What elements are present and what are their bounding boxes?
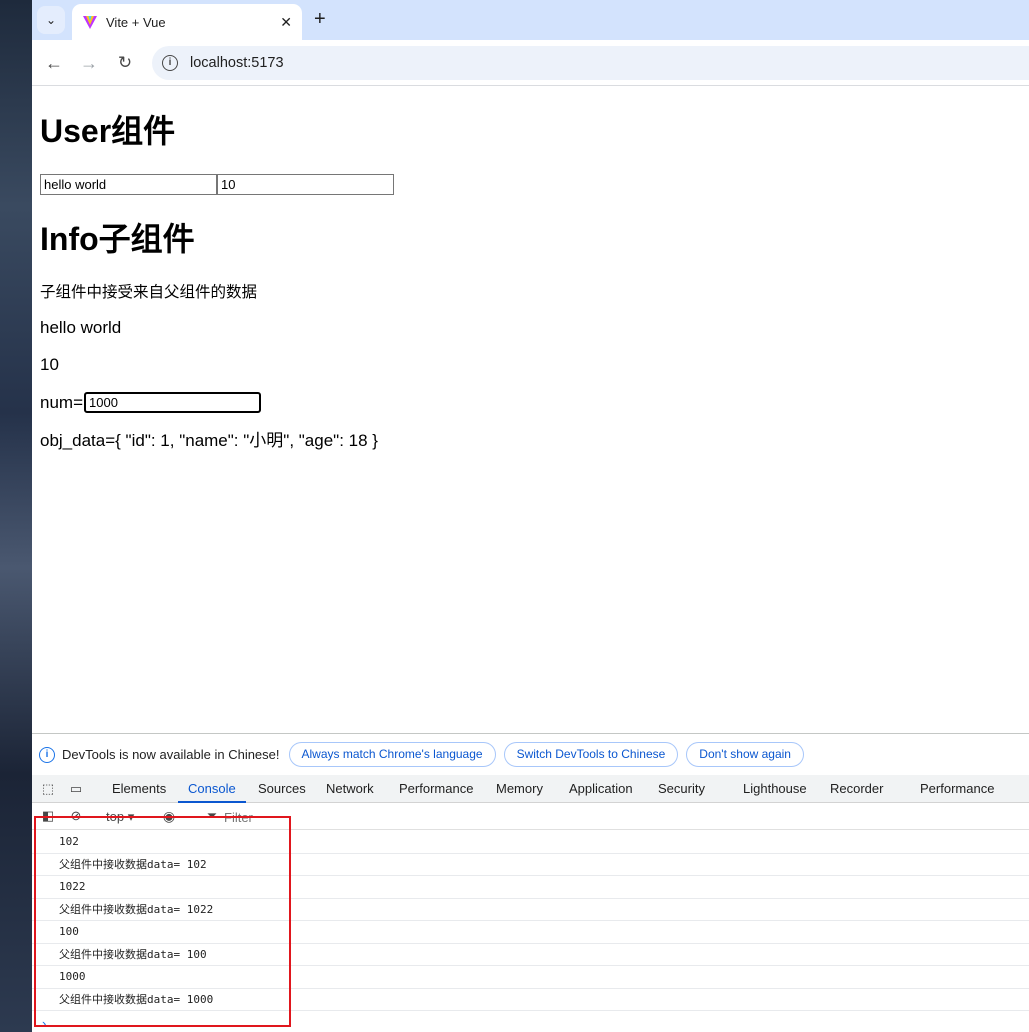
match-language-button[interactable]: Always match Chrome's language — [288, 742, 496, 767]
infobar-text: DevTools is now available in Chinese! — [62, 747, 280, 762]
reload-icon[interactable]: ↻ — [113, 51, 137, 75]
desktop-background — [0, 0, 32, 1032]
page-viewport: User组件 Info子组件 子组件中接受来自父组件的数据 hello worl… — [32, 87, 1029, 733]
device-toolbar-icon[interactable]: ▭ — [68, 781, 84, 797]
browser-tab[interactable]: Vite + Vue ✕ — [72, 4, 302, 40]
tab-application[interactable]: Application — [559, 775, 643, 803]
vite-logo-icon — [83, 16, 97, 29]
address-bar[interactable]: i localhost:5173 — [152, 46, 1029, 80]
num-input[interactable] — [217, 174, 394, 195]
forward-arrow-icon[interactable]: → — [77, 51, 101, 75]
tab-elements[interactable]: Elements — [102, 775, 176, 803]
dont-show-again-button[interactable]: Don't show again — [686, 742, 804, 767]
back-arrow-icon[interactable]: ← — [42, 51, 66, 75]
annotation-highlight-box — [34, 816, 291, 1027]
devtools-tab-bar: ⬚ ▭ Elements Console Sources Network Per… — [32, 775, 1029, 824]
tab-console[interactable]: Console — [178, 775, 246, 803]
tab-lighthouse[interactable]: Lighthouse — [733, 775, 817, 803]
tab-search-button[interactable]: ⌄ — [37, 6, 65, 34]
info-msg-value: hello world — [40, 318, 122, 337]
url-text: localhost:5173 — [190, 55, 284, 71]
child-num-input[interactable] — [84, 392, 261, 413]
tab-memory[interactable]: Memory — [486, 775, 553, 803]
msg-input[interactable] — [40, 174, 217, 195]
tab-network[interactable]: Network — [316, 775, 384, 803]
tab-security[interactable]: Security — [648, 775, 715, 803]
info-icon: i — [39, 746, 55, 763]
tab-performance-insights[interactable]: Performance insigh — [910, 775, 1029, 824]
tab-recorder[interactable]: Recorder — [820, 775, 893, 803]
new-tab-button[interactable]: + — [314, 8, 326, 30]
user-component-title: User组件 — [40, 113, 176, 149]
num-row: num= — [40, 392, 261, 413]
obj-data-text: obj_data={ "id": 1, "name": "小明", "age":… — [40, 431, 378, 450]
info-description: 子组件中接受来自父组件的数据 — [40, 284, 258, 301]
browser-tab-bar: ⌄ Vite + Vue ✕ + — [32, 0, 1029, 40]
devtools-language-infobar: i DevTools is now available in Chinese! … — [32, 734, 1029, 775]
tab-title: Vite + Vue — [106, 14, 166, 30]
info-component-title: Info子组件 — [40, 221, 195, 257]
info-num-value: 10 — [40, 355, 59, 374]
switch-chinese-button[interactable]: Switch DevTools to Chinese — [503, 742, 679, 767]
chevron-down-icon: ⌄ — [45, 13, 57, 27]
inspect-element-icon[interactable]: ⬚ — [40, 781, 56, 797]
tab-sources[interactable]: Sources — [248, 775, 316, 803]
num-label: num= — [40, 392, 83, 412]
site-info-icon[interactable]: i — [162, 55, 178, 71]
close-icon[interactable]: ✕ — [280, 14, 292, 31]
tab-performance[interactable]: Performance — [389, 775, 483, 803]
browser-toolbar: ← → ↻ i localhost:5173 — [32, 40, 1029, 86]
